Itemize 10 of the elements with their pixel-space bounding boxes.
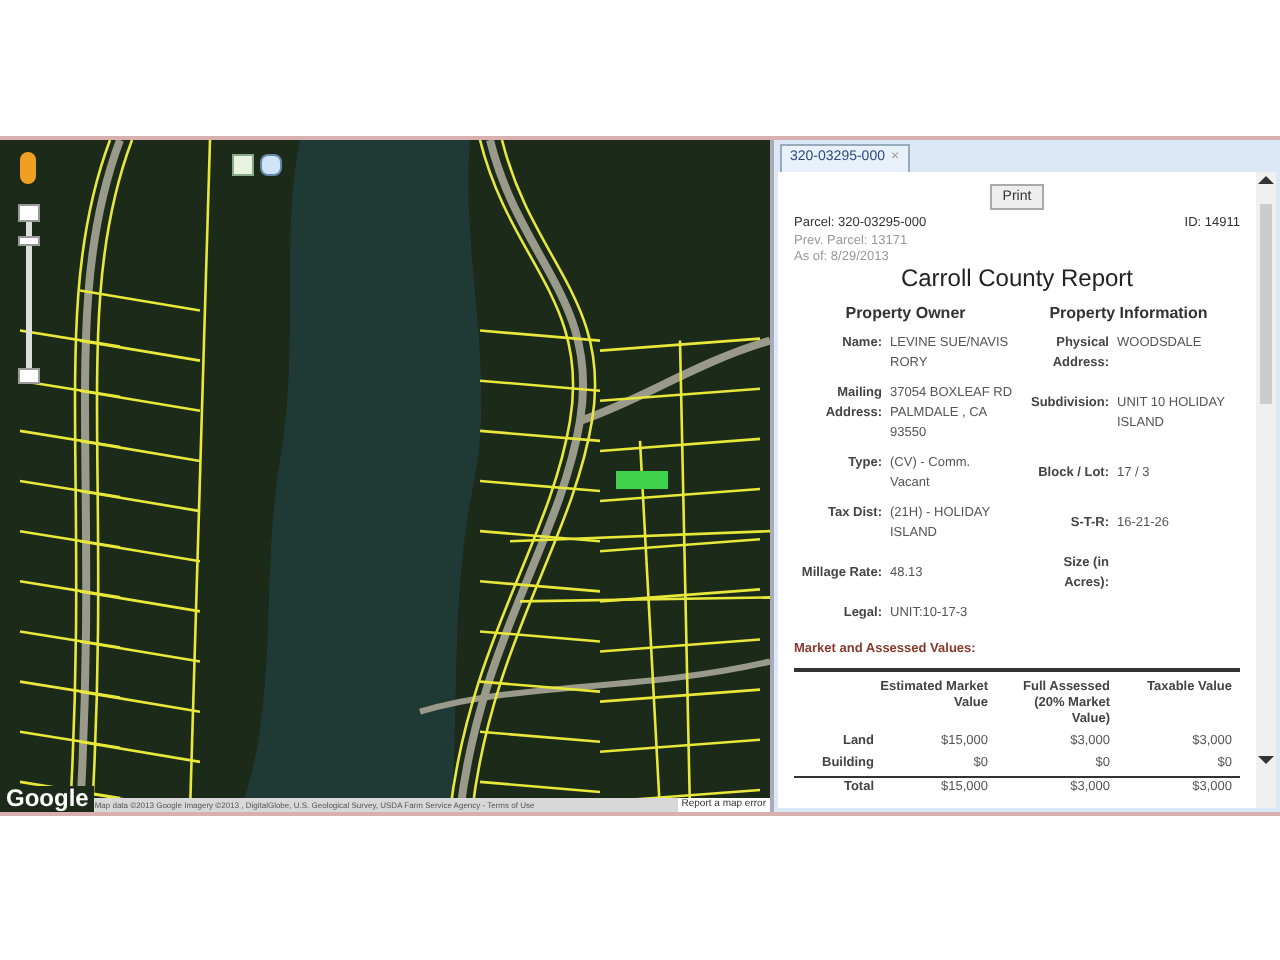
scrollbar-track[interactable] bbox=[1256, 172, 1276, 808]
scroll-down-icon[interactable] bbox=[1258, 756, 1274, 764]
report-title: Carroll County Report bbox=[900, 265, 1134, 292]
section-heading: Property Owner bbox=[843, 301, 968, 326]
zoom-out-icon[interactable] bbox=[18, 368, 40, 384]
scrollbar-thumb[interactable] bbox=[1260, 204, 1272, 404]
scroll-up-icon[interactable] bbox=[1258, 176, 1274, 184]
zoom-slider-thumb[interactable] bbox=[18, 235, 40, 245]
section-heading: Property Information bbox=[1047, 301, 1210, 326]
zoom-in-icon[interactable] bbox=[18, 204, 40, 222]
